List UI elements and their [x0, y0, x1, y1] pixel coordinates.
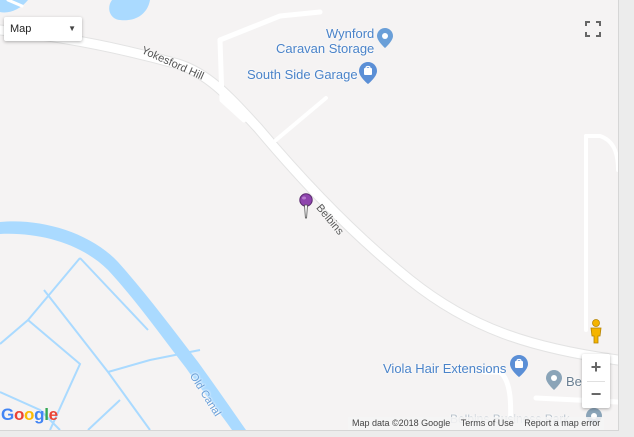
zoom-out-button[interactable]: − — [582, 381, 610, 407]
poi-be-partial[interactable]: Be — [566, 374, 582, 389]
poi-pin-icon[interactable] — [377, 28, 393, 48]
map-data-text: Map data ©2018 Google — [352, 418, 451, 428]
poi-south-side-garage[interactable]: South Side Garage — [247, 67, 358, 82]
shopping-bag-icon[interactable] — [359, 62, 377, 84]
shopping-bag-icon[interactable] — [510, 355, 528, 377]
page-margin-right — [619, 0, 634, 437]
attribution-bar: Map data ©2018 Google Terms of Use Repor… — [348, 417, 605, 430]
zoom-controls: + − — [582, 354, 610, 408]
water-top — [109, 0, 150, 21]
poi-label-line2: Caravan Storage — [276, 41, 375, 56]
poi-wynford-caravan-storage[interactable]: Wynford Caravan Storage — [276, 26, 374, 56]
map-type-select[interactable]: Map ▼ — [4, 17, 82, 41]
poi-label-line1: Wynford — [325, 26, 375, 41]
report-map-error-link[interactable]: Report a map error — [524, 418, 600, 428]
poi-viola-hair-extensions[interactable]: Viola Hair Extensions — [383, 361, 506, 376]
terms-of-use-link[interactable]: Terms of Use — [461, 418, 514, 428]
page-margin-bottom — [0, 431, 619, 437]
pegman-icon[interactable] — [585, 318, 607, 344]
google-logo-letter: o — [24, 405, 35, 424]
chevron-down-icon: ▼ — [68, 24, 76, 33]
google-logo-letter: o — [13, 405, 25, 424]
poi-pin-icon[interactable] — [546, 370, 562, 390]
map-canvas[interactable]: Yokesford Hill Belbins Old Canal Wynford… — [0, 0, 619, 431]
google-logo-letter: G — [1, 405, 14, 424]
fullscreen-icon[interactable] — [578, 14, 608, 44]
map-type-label: Map — [10, 23, 32, 35]
google-logo-letter: e — [48, 405, 58, 424]
google-logo-letter: g — [34, 405, 45, 424]
google-logo[interactable]: Google — [1, 405, 58, 425]
map-pin-icon[interactable] — [299, 193, 313, 219]
zoom-in-button[interactable]: + — [582, 354, 610, 380]
